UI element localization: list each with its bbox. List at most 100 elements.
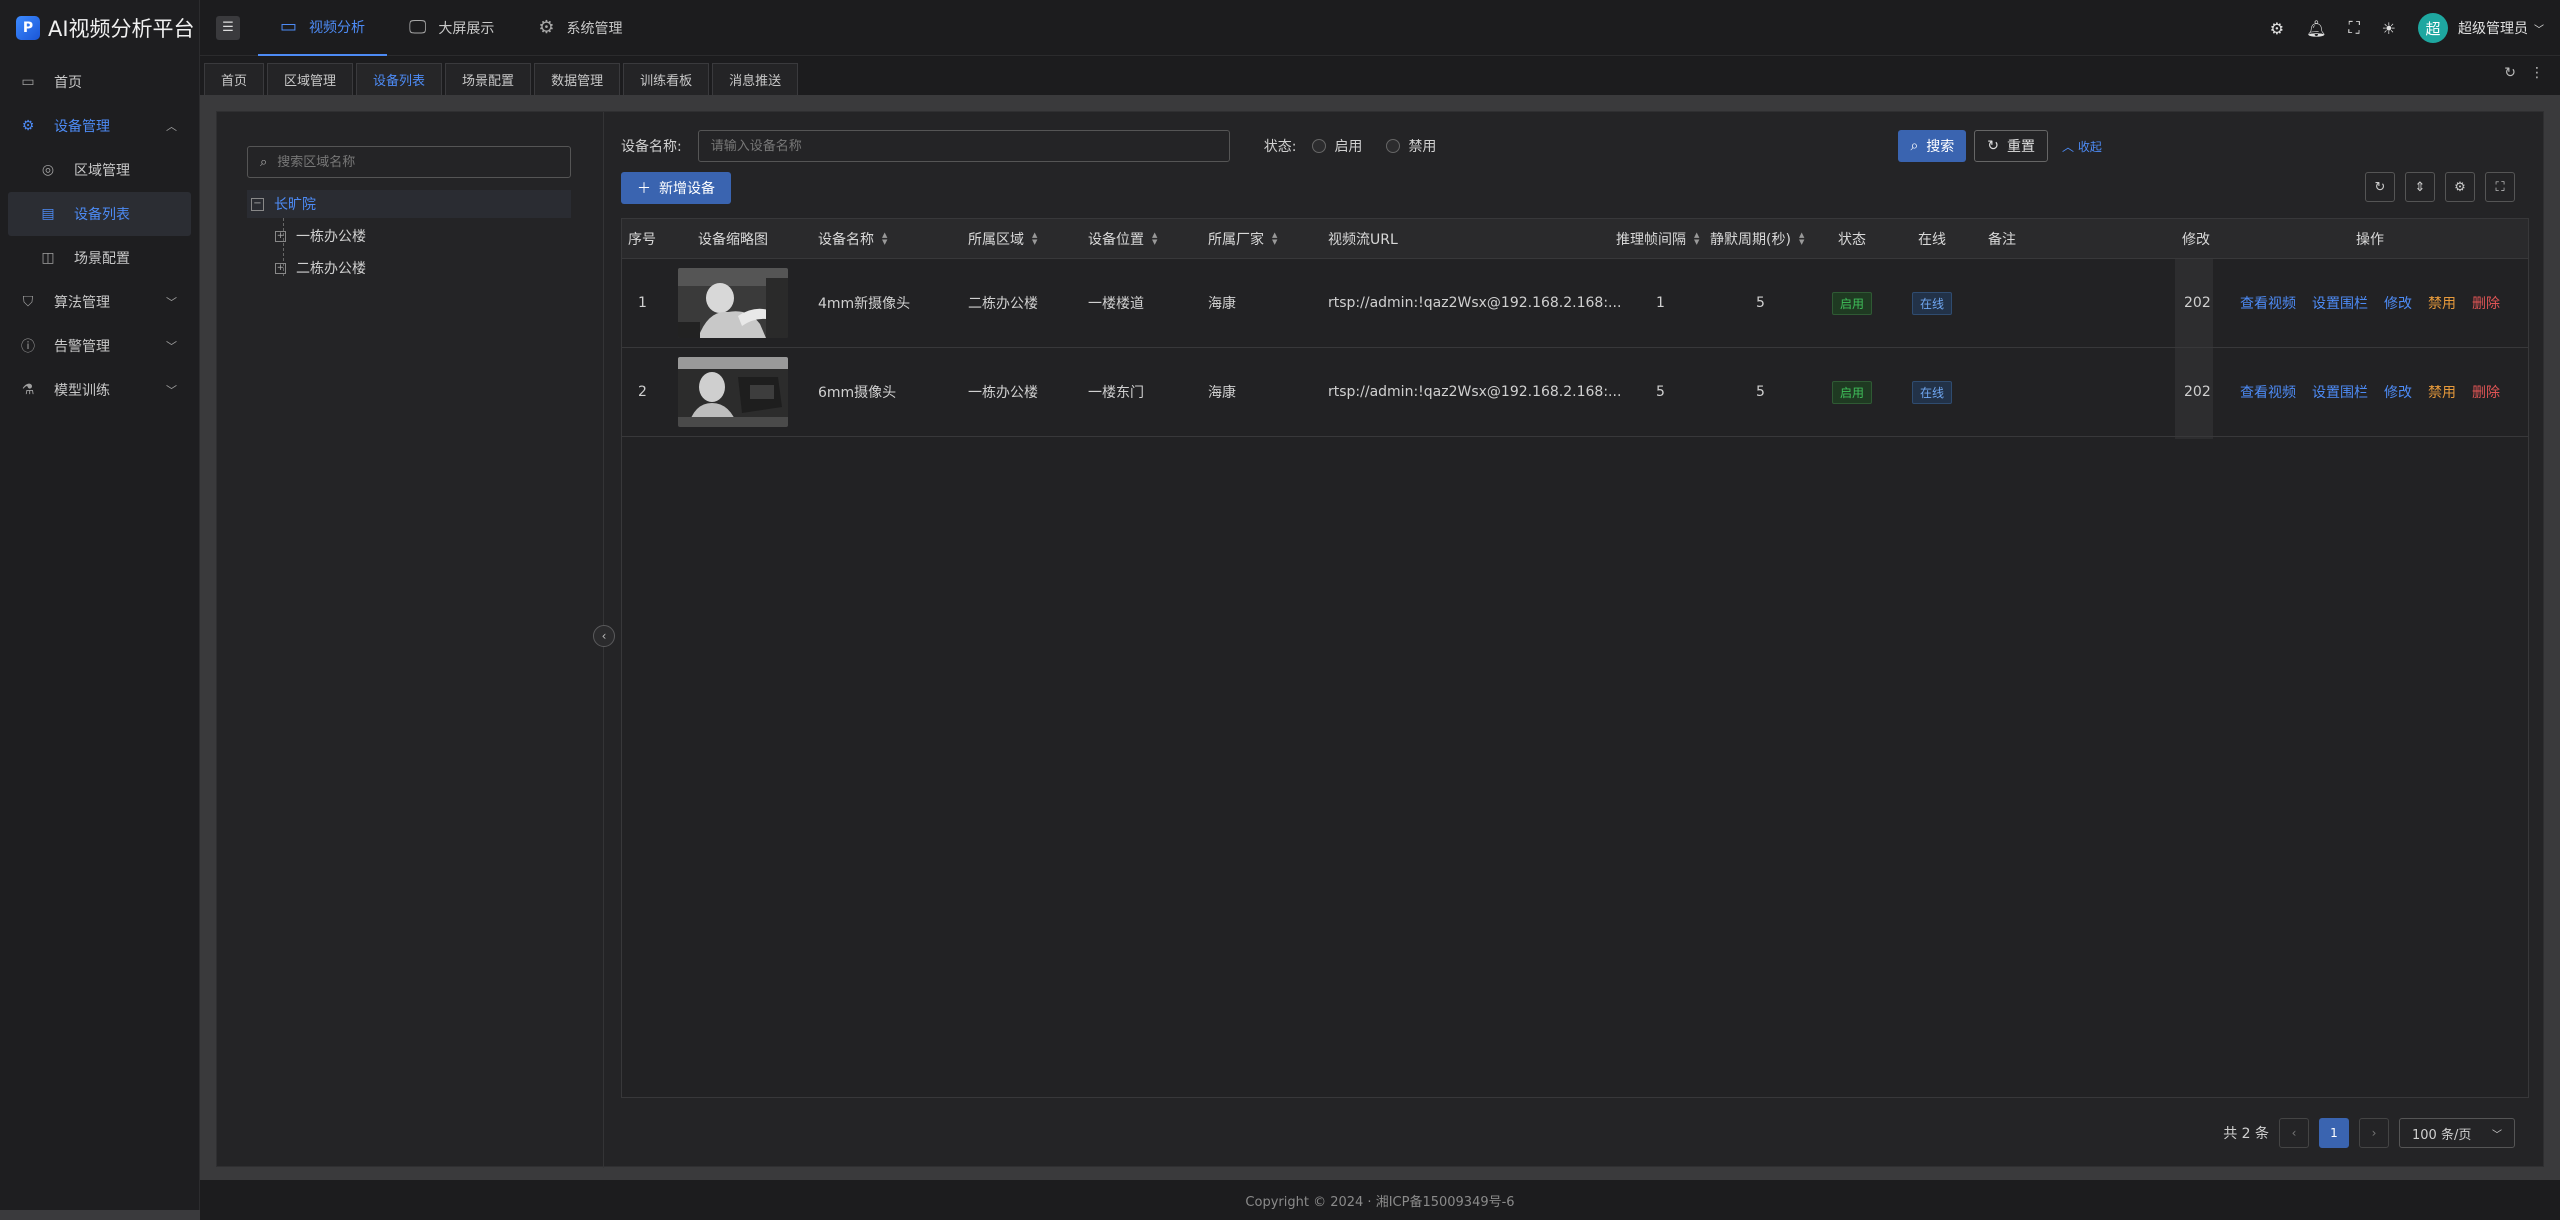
tree-search-input[interactable] <box>277 154 558 170</box>
view-video-link[interactable]: 查看视频 <box>2240 382 2296 402</box>
menu-collapse-button[interactable]: ☰ <box>216 15 240 40</box>
sidebar-item-algorithm-management[interactable]: ⛉ 算法管理 ﹀ <box>0 280 199 324</box>
edit-link[interactable]: 修改 <box>2384 293 2412 313</box>
logo: P AI视频分析平台 <box>0 0 199 56</box>
sidebar-item-label: 模型训练 <box>54 383 110 399</box>
th-label: 设备名称 <box>818 231 874 248</box>
sidebar-item-home[interactable]: ▭ 首页 <box>0 60 199 104</box>
prev-page-button[interactable]: ‹ <box>2279 1118 2309 1148</box>
th-index: 序号 <box>628 231 656 248</box>
th-interval[interactable]: 推理帧间隔 ▲ ▼ <box>1616 219 1699 258</box>
tree-node-child[interactable]: + 二栋办公楼 <box>275 254 366 282</box>
expand-box-icon[interactable]: + <box>275 262 286 274</box>
th-device-name[interactable]: 设备名称 ▲ ▼ <box>818 219 887 258</box>
status-radio-disabled[interactable]: 禁用 <box>1386 136 1436 156</box>
sort-icon[interactable]: ▲ ▼ <box>1152 231 1157 246</box>
search-button[interactable]: ⌕ 搜索 <box>1898 130 1967 162</box>
user-menu[interactable]: 超级管理员 ﹀ <box>2458 18 2544 38</box>
tab-scene-config[interactable]: 场景配置 <box>445 63 532 95</box>
page-size-select[interactable]: 100 条/页 ﹀ <box>2399 1118 2515 1148</box>
sidebar-item-scene-config[interactable]: ◫ 场景配置 <box>0 236 199 280</box>
sidebar-item-model-training[interactable]: ⚗ 模型训练 ﹀ <box>0 368 199 412</box>
topnav-big-screen[interactable]: 🖵 大屏展示 <box>387 0 516 56</box>
fullscreen-icon[interactable]: ⛶ <box>2485 172 2515 202</box>
device-name-input[interactable] <box>710 138 1211 154</box>
location-pin-icon: ◎ <box>41 162 55 178</box>
th-silent-period[interactable]: 静默周期(秒) ▲ ▼ <box>1710 219 1804 258</box>
th-area[interactable]: 所属区域 ▲ ▼ <box>968 219 1037 258</box>
tree-node-root[interactable]: − 长旷院 <box>247 190 571 218</box>
sidebar-scrollbar[interactable] <box>0 1210 200 1220</box>
sort-icon[interactable]: ▲ ▼ <box>1799 231 1804 246</box>
search-button-label: 搜索 <box>1926 139 1955 155</box>
sidebar-item-device-list[interactable]: ▤ 设备列表 <box>8 192 191 236</box>
disable-link[interactable]: 禁用 <box>2428 382 2456 402</box>
tab-data-management[interactable]: 数据管理 <box>534 63 621 95</box>
add-device-button[interactable]: ＋ 新增设备 <box>621 172 731 204</box>
more-icon[interactable]: ⋮ <box>2530 65 2544 81</box>
refresh-icon: ↻ <box>1987 138 2000 154</box>
chevron-left-icon: ‹ <box>601 629 607 643</box>
topnav-label: 系统管理 <box>566 20 623 37</box>
set-fence-link[interactable]: 设置围栏 <box>2312 293 2368 313</box>
collapse-filter-link[interactable]: ︿ 收起 <box>2062 138 2102 155</box>
fullscreen-icon[interactable]: ⛶ <box>2348 18 2359 38</box>
menu-fold-icon: ☰ <box>222 20 234 35</box>
refresh-icon[interactable]: ↻ <box>2504 65 2516 81</box>
page-number[interactable]: 1 <box>2319 1118 2349 1148</box>
copyright-text: Copyright © 2024 · 湘ICP备15009349号-6 <box>1245 1194 1515 1210</box>
chevron-up-icon: ︿ <box>166 120 177 133</box>
cell-thumbnail[interactable] <box>678 259 788 347</box>
filter-bar: 设备名称: 状态: 启用 禁用 ⌕ 搜索 <box>621 130 2102 162</box>
search-icon: ⌕ <box>1910 138 1919 154</box>
sidebar-item-alarm-management[interactable]: ⓘ 告警管理 ﹀ <box>0 324 199 368</box>
chevron-right-icon: › <box>2371 1126 2377 1140</box>
tab-message-push[interactable]: 消息推送 <box>712 63 799 95</box>
sidebar-item-device-management[interactable]: ⚙ 设备管理 ︿ <box>0 104 199 148</box>
tree-node-label: 二栋办公楼 <box>296 261 366 277</box>
collapse-box-icon[interactable]: − <box>251 197 264 211</box>
reset-button[interactable]: ↻ 重置 <box>1974 130 2049 162</box>
avatar[interactable]: 超 <box>2418 13 2448 43</box>
sort-icon[interactable]: ▲ ▼ <box>882 231 887 246</box>
th-vendor[interactable]: 所属厂家 ▲ ▼ <box>1208 219 1277 258</box>
user-name: 超级管理员 <box>2458 21 2528 37</box>
tree-node-child[interactable]: + 一栋办公楼 <box>275 222 366 250</box>
sidebar-menu: ▭ 首页 ⚙ 设备管理 ︿ ◎ 区域管理 ▤ 设备列表 ◫ 场景配置 ⛉ 算法管… <box>0 56 199 412</box>
sort-icon[interactable]: ▲ ▼ <box>1032 231 1037 246</box>
settings-icon[interactable]: ⚙ <box>2270 19 2284 38</box>
next-page-button[interactable]: › <box>2359 1118 2389 1148</box>
cell-online: 在线 <box>1912 348 1953 436</box>
tab-training-board[interactable]: 训练看板 <box>623 63 710 95</box>
cell-online: 在线 <box>1912 259 1953 347</box>
column-height-icon[interactable]: ⇕ <box>2405 172 2435 202</box>
tab-area-management[interactable]: 区域管理 <box>267 63 354 95</box>
delete-link[interactable]: 删除 <box>2472 293 2500 313</box>
sort-icon[interactable]: ▲ ▼ <box>1272 231 1277 246</box>
delete-link[interactable]: 删除 <box>2472 382 2500 402</box>
cell-thumbnail[interactable] <box>678 348 788 436</box>
camera-thumbnail-image[interactable] <box>678 357 788 427</box>
chevron-down-icon: ﹀ <box>166 296 177 309</box>
edit-link[interactable]: 修改 <box>2384 382 2412 402</box>
camera-thumbnail-image[interactable] <box>678 268 788 338</box>
expand-box-icon[interactable]: + <box>275 230 286 242</box>
settings-icon[interactable]: ⚙ <box>2445 172 2475 202</box>
th-location[interactable]: 设备位置 ▲ ▼ <box>1088 219 1157 258</box>
theme-sun-icon[interactable]: ☀ <box>2382 19 2396 38</box>
tab-device-list[interactable]: 设备列表 <box>356 63 443 95</box>
refresh-icon[interactable]: ↻ <box>2365 172 2395 202</box>
sort-icon[interactable]: ▲ ▼ <box>1694 231 1699 246</box>
topnav-system-management[interactable]: ⚙ 系统管理 <box>516 0 644 56</box>
status-radio-enabled[interactable]: 启用 <box>1312 136 1362 156</box>
main-panel: ⌕ − 长旷院 + 一栋办公楼 + 二栋办公楼 ‹ <box>216 111 2544 1168</box>
view-video-link[interactable]: 查看视频 <box>2240 293 2296 313</box>
panel-collapse-handle[interactable]: ‹ <box>593 625 615 647</box>
topbar: ☰ ▭ 视频分析 🖵 大屏展示 ⚙ 系统管理 ⚙ 🔔︎ ⛶ ☀ 超 超级管理员 … <box>200 0 2560 56</box>
set-fence-link[interactable]: 设置围栏 <box>2312 382 2368 402</box>
topnav-video-analysis[interactable]: ▭ 视频分析 <box>258 0 388 56</box>
disable-link[interactable]: 禁用 <box>2428 293 2456 313</box>
tab-home[interactable]: 首页 <box>204 63 265 95</box>
bell-icon[interactable]: 🔔︎ <box>2306 19 2326 38</box>
sidebar-item-area-management[interactable]: ◎ 区域管理 <box>0 148 199 192</box>
